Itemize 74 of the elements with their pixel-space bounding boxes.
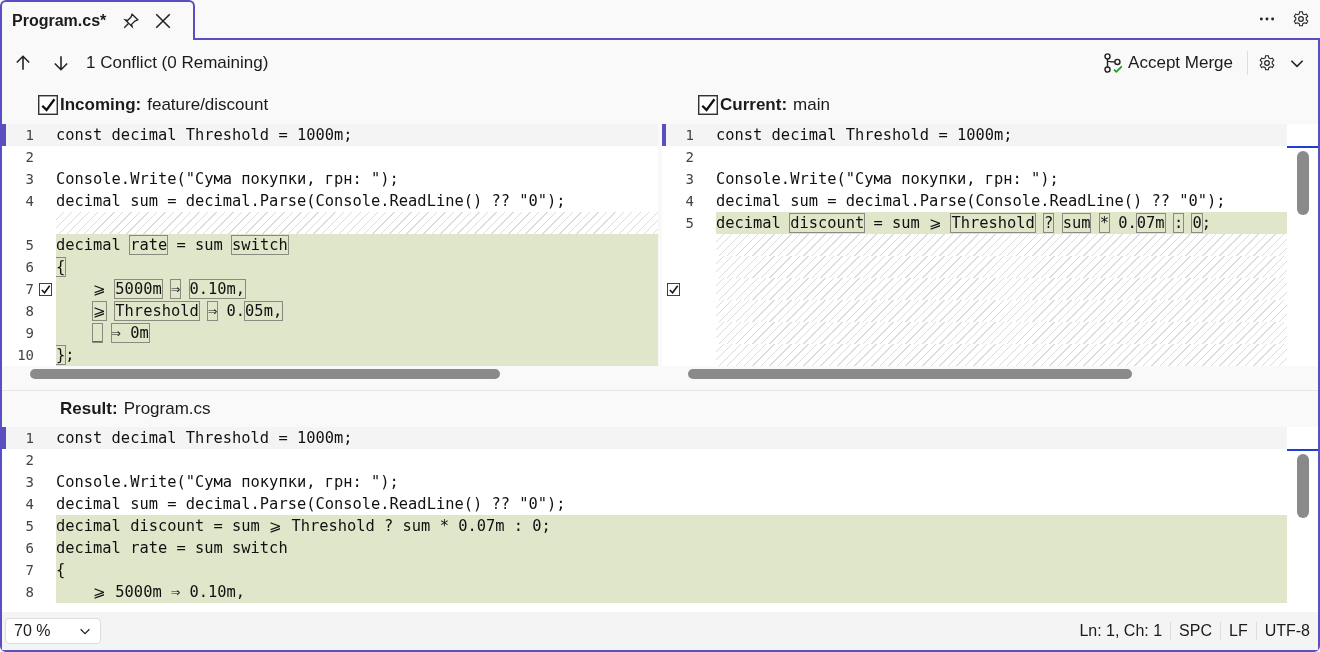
code-line: decimal discount = sum ⩾ Threshold ? sum * 0.07m : 0;: [716, 214, 1211, 232]
code-line: _ ⇒ 0m: [92, 324, 149, 342]
file-name: Program.cs: [123, 399, 211, 419]
code-line: {: [56, 561, 66, 579]
line-number: 4: [24, 496, 34, 512]
accept-merge-button[interactable]: Accept Merge: [1098, 50, 1237, 76]
pane-label: Result:: [60, 399, 118, 419]
pane-label: Current:: [720, 95, 788, 115]
position-marker: [1287, 146, 1318, 148]
line-number: 2: [24, 452, 34, 468]
close-icon[interactable]: [154, 12, 173, 30]
position-marker: [1287, 449, 1318, 451]
checkbox[interactable]: [666, 282, 680, 296]
line-number: 3: [24, 171, 34, 187]
line-number: 10: [16, 347, 34, 363]
arrow-down-icon[interactable]: [52, 54, 70, 72]
pin-icon[interactable]: [122, 12, 141, 30]
line-number: 6: [24, 259, 34, 275]
scrollbar-thumb[interactable]: [688, 369, 1132, 379]
code-line: ⩾ 5000m ⇒ 0.10m,: [92, 280, 246, 298]
encoding[interactable]: UTF-8: [1256, 622, 1312, 640]
branch-name: feature/discount: [147, 95, 269, 115]
checkbox[interactable]: [38, 282, 52, 296]
line-number: 1: [684, 127, 694, 143]
code-line: decimal sum = decimal.Parse(Console.ReadLine() ?? "0");: [56, 192, 566, 210]
pane-label: Incoming:: [60, 95, 142, 115]
code-line: decimal rate = sum switch: [56, 539, 288, 557]
code-line: ⩾ Threshold ⇒ 0.05m,: [92, 302, 283, 320]
arrow-up-icon[interactable]: [14, 54, 32, 72]
settings-icon[interactable]: [1292, 10, 1310, 28]
code-line: decimal sum = decimal.Parse(Console.ReadLine() ?? "0");: [56, 495, 566, 513]
scrollbar-thumb[interactable]: [1297, 454, 1309, 518]
code-line: Console.Write("Сума покупки, грн: ");: [716, 170, 1059, 188]
line-number: 9: [24, 325, 34, 341]
branch-name: main: [793, 95, 830, 115]
code-line: const decimal Threshold = 1000m;: [56, 126, 353, 144]
line-number: 8: [24, 303, 34, 319]
line-number: 1: [24, 430, 34, 446]
scrollbar-thumb[interactable]: [1297, 151, 1309, 215]
line-number: 3: [24, 474, 34, 490]
line-number: 5: [24, 237, 34, 253]
code-line: const decimal Threshold = 1000m;: [56, 429, 353, 447]
merge-icon: [1102, 52, 1125, 74]
code-line: };: [56, 346, 75, 364]
scrollbar-thumb[interactable]: [30, 369, 500, 379]
file-tab[interactable]: Program.cs*: [0, 0, 195, 40]
line-number: 2: [684, 149, 694, 165]
cursor-position[interactable]: Ln: 1, Ch: 1: [1071, 622, 1172, 640]
code-line: ⩾ 5000m ⇒ 0.10m,: [92, 583, 246, 601]
line-number: 7: [24, 562, 34, 578]
conflict-status: 1 Conflict (0 Remaining): [86, 53, 269, 73]
line-number: 6: [24, 540, 34, 556]
zoom-dropdown[interactable]: 70 %: [5, 618, 102, 644]
indent-mode[interactable]: SPC: [1171, 622, 1221, 640]
code-line: Console.Write("Сума покупки, грн: ");: [56, 473, 399, 491]
line-number: 3: [684, 171, 694, 187]
line-number: 5: [684, 215, 694, 231]
checkbox[interactable]: [698, 95, 718, 115]
line-number: 5: [24, 518, 34, 534]
code-line: decimal discount = sum ⩾ Threshold ? sum * 0.07m : 0;: [56, 517, 551, 535]
line-number: 1: [24, 127, 34, 143]
line-number: 4: [684, 193, 694, 209]
code-line: decimal rate = sum switch: [56, 236, 288, 254]
line-number: 2: [24, 149, 34, 165]
checkbox[interactable]: [38, 95, 58, 115]
code-line: Console.Write("Сума покупки, грн: ");: [56, 170, 399, 188]
code-line: const decimal Threshold = 1000m;: [716, 126, 1013, 144]
settings-icon[interactable]: [1258, 54, 1276, 72]
line-number: 7: [24, 281, 34, 297]
code-line: {: [56, 258, 66, 276]
line-number: 8: [24, 584, 34, 600]
line-number: 4: [24, 193, 34, 209]
line-ending[interactable]: LF: [1221, 622, 1257, 640]
code-line: decimal sum = decimal.Parse(Console.ReadLine() ?? "0");: [716, 192, 1226, 210]
